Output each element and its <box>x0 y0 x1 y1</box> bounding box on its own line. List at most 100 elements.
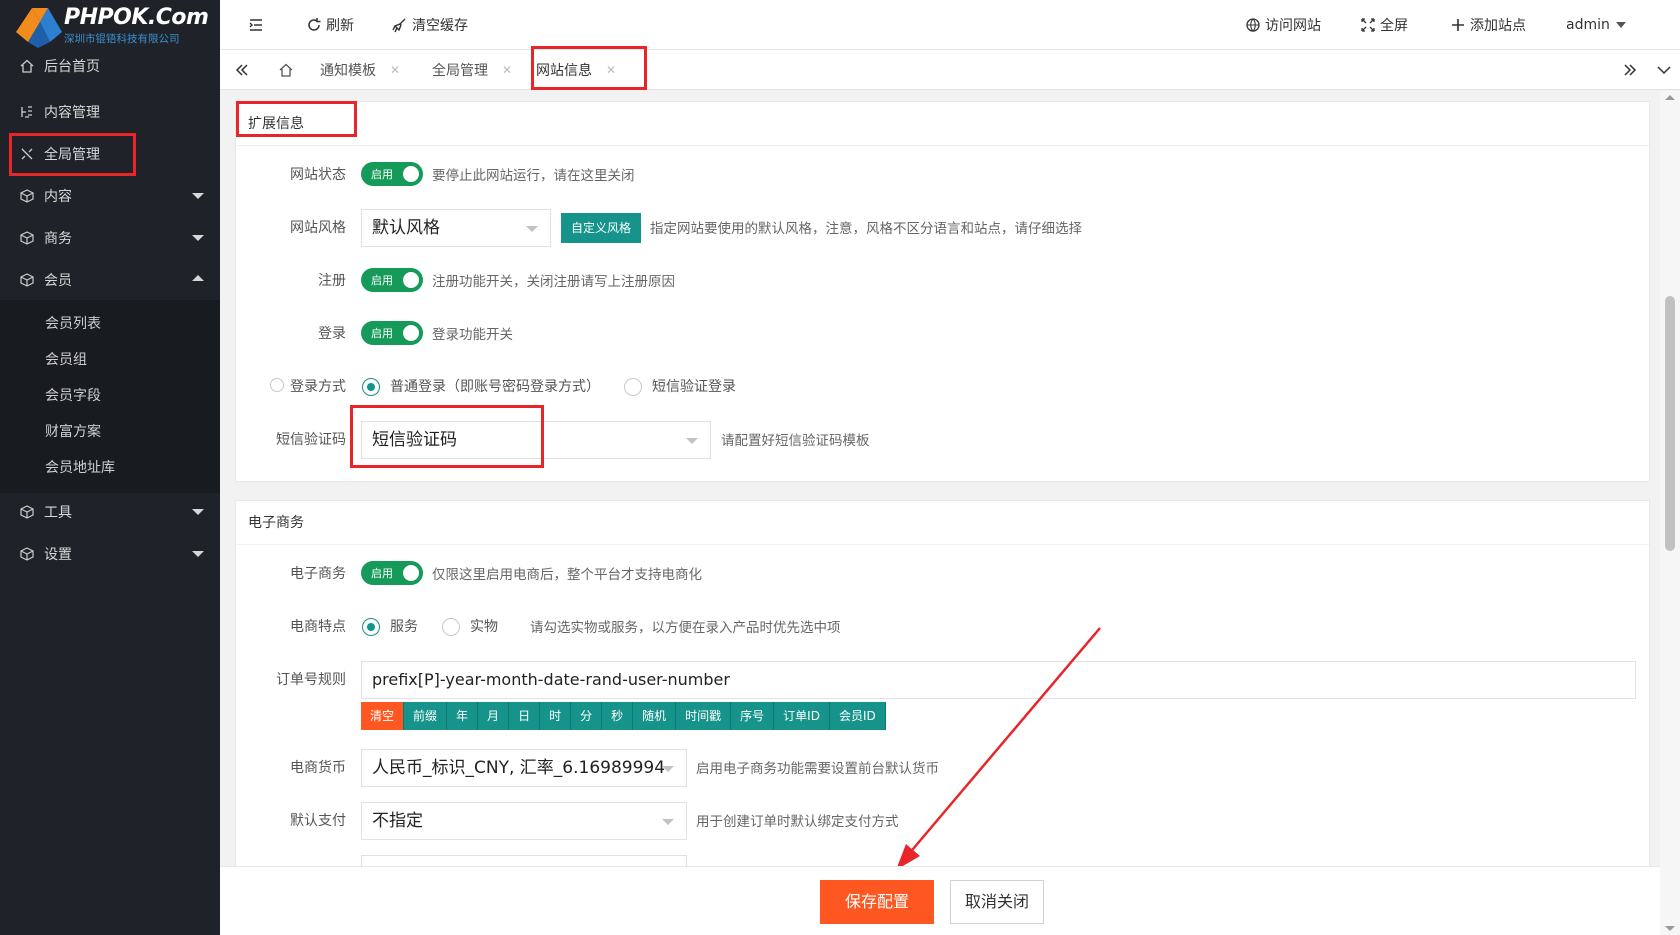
topbar: 刷新 清空缓存 访问网站 全屏 添加站点 admin <box>220 0 1680 50</box>
sidebar-item-content-manage[interactable]: 内容管理 <box>0 92 220 132</box>
sidebar-item-global-manage[interactable]: 全局管理 <box>0 134 220 174</box>
tabs-menu-button[interactable] <box>1652 50 1676 90</box>
sidebar-subitem-member-list[interactable]: 会员列表 <box>0 306 220 342</box>
select-value: 短信验证码 <box>372 430 457 450</box>
refresh-button[interactable]: 刷新 <box>306 0 354 50</box>
close-icon[interactable]: ✕ <box>606 63 616 77</box>
fullscreen-button[interactable]: 全屏 <box>1360 0 1408 50</box>
tabs-scroll-left-button[interactable] <box>230 50 254 90</box>
home-icon <box>279 63 293 77</box>
sidebar-subitem-address-book[interactable]: 会员地址库 <box>0 450 220 486</box>
chevron-down-icon <box>1657 66 1671 75</box>
sidebar-item-label: 内容 <box>44 189 72 205</box>
switch-text: 启用 <box>371 327 393 340</box>
order-rule-chip[interactable]: 订单ID <box>774 702 830 730</box>
select-value: 不指定 <box>372 811 423 831</box>
order-rule-chip[interactable]: 日 <box>509 702 541 730</box>
section-title: 电子商务 <box>236 501 1649 545</box>
switch-text: 启用 <box>371 567 393 580</box>
order-rule-chip[interactable]: 分 <box>571 702 603 730</box>
sidebar-item-member[interactable]: 会员 <box>0 260 220 300</box>
custom-style-button[interactable]: 自定义风格 <box>561 213 642 243</box>
order-rule-chip[interactable]: 前缀 <box>404 702 448 730</box>
clear-cache-button[interactable]: 清空缓存 <box>392 0 468 50</box>
scroll-down-icon[interactable] <box>1665 926 1675 931</box>
feature-service-radio[interactable] <box>362 618 380 636</box>
sidebar-subitem-member-fields[interactable]: 会员字段 <box>0 378 220 414</box>
tab-notify-template[interactable]: 通知模板 ✕ <box>320 50 400 90</box>
order-rule-chip[interactable]: 清空 <box>361 702 405 730</box>
order-rule-chip[interactable]: 秒 <box>602 702 634 730</box>
sidebar-item-tools[interactable]: 工具 <box>0 492 220 532</box>
tabs-scroll-right-button[interactable] <box>1618 50 1642 90</box>
home-icon <box>20 59 34 73</box>
order-rule-chip[interactable]: 序号 <box>731 702 775 730</box>
tab-label: 通知模板 <box>320 63 376 79</box>
order-rule-chip[interactable]: 月 <box>478 702 510 730</box>
scroll-up-icon[interactable] <box>1665 95 1675 100</box>
register-switch[interactable]: 启用 <box>361 268 423 292</box>
order-rule-chip[interactable]: 随机 <box>633 702 677 730</box>
cube-icon <box>20 505 34 519</box>
sidebar-subitem-wealth-plan[interactable]: 财富方案 <box>0 414 220 450</box>
add-site-button[interactable]: 添加站点 <box>1450 0 1526 50</box>
sidebar-item-settings[interactable]: 设置 <box>0 534 220 574</box>
feature-hint: 请勾选实物或服务，以方便在录入产品时优先选中项 <box>530 620 841 636</box>
ecommerce-label: 电子商务 <box>290 566 346 582</box>
login-mode-sms-label[interactable]: 短信验证登录 <box>652 376 736 396</box>
order-rule-chip[interactable]: 时间戳 <box>676 702 732 730</box>
site-style-select[interactable]: 默认风格 <box>361 209 551 247</box>
sidebar-item-label: 全局管理 <box>44 147 100 163</box>
login-mode-normal-label[interactable]: 普通登录（即账号密码登录方式） <box>390 376 600 396</box>
register-label: 注册 <box>318 273 346 289</box>
close-icon[interactable]: ✕ <box>390 63 400 77</box>
member-submenu: 会员列表 会员组 会员字段 财富方案 会员地址库 <box>0 300 220 493</box>
menu-toggle-button[interactable] <box>248 0 268 50</box>
login-mode-sms-radio[interactable] <box>624 378 642 396</box>
tab-global-manage[interactable]: 全局管理 ✕ <box>432 50 512 90</box>
sidebar-item-home[interactable]: 后台首页 <box>0 46 220 86</box>
vertical-scrollbar[interactable] <box>1660 91 1680 935</box>
select-value: 默认风格 <box>372 218 440 238</box>
user-menu[interactable]: admin <box>1566 0 1626 50</box>
plus-icon <box>1452 19 1464 31</box>
feature-physical-radio[interactable] <box>442 618 460 636</box>
sidebar-item-label: 商务 <box>44 231 72 247</box>
login-mode-normal-radio[interactable] <box>362 378 380 396</box>
tab-site-info[interactable]: 网站信息 ✕ <box>536 50 616 90</box>
close-icon[interactable]: ✕ <box>502 63 512 77</box>
caret-down-icon <box>662 766 674 772</box>
login-switch[interactable]: 启用 <box>361 321 423 345</box>
sidebar-item-content[interactable]: 内容 <box>0 176 220 216</box>
site-status-switch[interactable]: 启用 <box>361 162 423 186</box>
order-rule-chip[interactable]: 年 <box>447 702 479 730</box>
order-rule-token-buttons: 清空 前缀年月日时分秒随机 时间戳 序号 订单ID 会员ID <box>361 702 886 730</box>
save-config-button[interactable]: 保存配置 <box>820 880 934 924</box>
brand-name: PHPOK.Com <box>64 5 209 30</box>
currency-select[interactable]: 人民币_标识_CNY, 汇率_6.16989994 <box>361 749 687 787</box>
logo[interactable]: PHPOK.Com 深圳市锟铻科技有限公司 <box>0 0 220 50</box>
tab-home[interactable] <box>274 50 298 90</box>
caret-down-icon <box>662 819 674 825</box>
sidebar-item-business[interactable]: 商务 <box>0 218 220 258</box>
feature-service-label[interactable]: 服务 <box>390 616 418 636</box>
feature-physical-label[interactable]: 实物 <box>470 616 498 636</box>
select-value: 人民币_标识_CNY, 汇率_6.16989994 <box>372 758 666 778</box>
site-status-label: 网站状态 <box>290 167 346 183</box>
scrollbar-thumb[interactable] <box>1665 296 1675 551</box>
broom-icon <box>392 18 406 33</box>
order-rule-chip[interactable]: 会员ID <box>829 702 886 730</box>
cube-icon <box>20 547 34 561</box>
chevron-down-icon <box>192 235 204 241</box>
logo-mark-icon <box>16 8 62 48</box>
globe-icon <box>1246 18 1260 32</box>
order-rule-chip[interactable]: 时 <box>540 702 572 730</box>
ecommerce-switch[interactable]: 启用 <box>361 561 423 585</box>
cancel-close-button[interactable]: 取消关闭 <box>950 880 1044 924</box>
sidebar-subitem-member-group[interactable]: 会员组 <box>0 342 220 378</box>
visit-site-button[interactable]: 访问网站 <box>1245 0 1321 50</box>
next-field-select[interactable] <box>361 855 687 866</box>
sidebar: PHPOK.Com 深圳市锟铻科技有限公司 后台首页 内容管理 全局管理 内容 … <box>0 0 220 935</box>
payment-select[interactable]: 不指定 <box>361 802 687 840</box>
sms-code-select[interactable]: 短信验证码 <box>361 421 711 459</box>
